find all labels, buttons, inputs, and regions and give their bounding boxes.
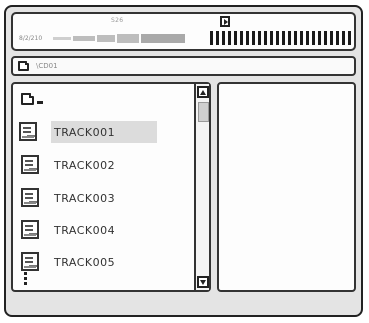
folder-up-icon [21,93,34,105]
scroll-up-button[interactable] [197,86,209,98]
scroll-thumb[interactable] [198,102,209,122]
play-icon [220,16,230,27]
track-item-5[interactable]: TRACK005 [19,251,157,273]
audio-file-icon [21,220,39,239]
counter-readout: S26 [111,17,124,24]
current-path-bar: \CD01 [11,56,356,76]
audio-file-icon [21,252,39,271]
info-panel [217,82,356,292]
vertical-scrollbar[interactable] [194,84,209,290]
recorder-screen: S26 8/2/210 \CD01 TRACK001 TRACK002 TRAC… [4,5,363,317]
scroll-down-button[interactable] [197,276,209,288]
track-item-2[interactable]: TRACK002 [19,154,157,176]
audio-file-icon [19,122,37,141]
parent-folder-item[interactable] [19,92,59,106]
track-label: TRACK004 [54,224,116,237]
parent-dots [37,101,43,104]
file-browser: TRACK001 TRACK002 TRACK003 TRACK004 TRAC… [11,82,211,292]
audio-file-icon [21,188,39,207]
track-list: TRACK001 TRACK002 TRACK003 TRACK004 TRAC… [13,84,193,290]
status-panel: S26 8/2/210 [11,12,356,51]
track-label: TRACK003 [54,192,116,205]
level-meter [210,31,352,45]
track-item-3[interactable]: TRACK003 [19,187,157,209]
track-item-4[interactable]: TRACK004 [19,219,157,241]
date-readout: 8/2/210 [19,35,43,42]
track-label: TRACK005 [54,256,116,269]
current-path: \CD01 [36,62,58,70]
track-label: TRACK002 [54,159,116,172]
position-bar [53,33,185,43]
audio-file-icon [21,155,39,174]
more-items-icon [24,272,27,286]
track-item-1[interactable]: TRACK001 [19,121,157,143]
folder-icon [18,61,29,71]
track-label: TRACK001 [54,126,116,139]
